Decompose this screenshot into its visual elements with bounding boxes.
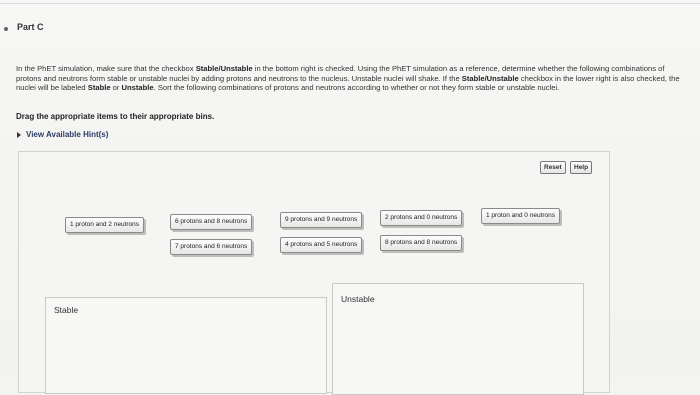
instr-seg: Stable/Unstable [195, 64, 253, 73]
view-hints-link[interactable]: View Available Hint(s) [17, 130, 108, 139]
instr-seg: Stable/Unstable [461, 73, 519, 83]
view-hints-label: View Available Hint(s) [26, 130, 109, 139]
instr-seg: . Sort the following combinations of pro… [153, 83, 560, 93]
instr-seg: Unstable [121, 83, 154, 93]
drag-prompt: Drag the appropriate items to their appr… [16, 112, 215, 121]
help-button[interactable]: Help [570, 161, 593, 174]
part-title: Part C [17, 22, 44, 32]
part-bullet [4, 27, 8, 31]
draggable-item[interactable]: 1 proton and 2 neutrons [65, 217, 145, 233]
stable-bin-label: Stable [54, 305, 79, 315]
caret-right-icon [17, 131, 21, 138]
draggable-item[interactable]: 4 protons and 5 neutrons [280, 237, 363, 253]
unstable-bin[interactable]: Unstable [332, 283, 584, 395]
unstable-bin-label: Unstable [341, 294, 375, 304]
draggable-item[interactable]: 7 protons and 6 neutrons [170, 239, 253, 255]
draggable-item[interactable]: 9 protons and 9 neutrons [280, 212, 363, 228]
instr-seg: or [110, 83, 122, 93]
draggable-item[interactable]: 8 protons and 8 neutrons [380, 235, 463, 251]
draggable-item[interactable]: 6 protons and 8 neutrons [170, 214, 253, 230]
instr-seg: Stable [87, 83, 111, 93]
divider [0, 3, 700, 4]
stable-bin[interactable]: Stable [45, 297, 327, 394]
instructions-text: In the PhET simulation, make sure that t… [16, 64, 686, 93]
instr-seg: In the PhET simulation, make sure that t… [16, 64, 196, 73]
draggable-item[interactable]: 1 proton and 0 neutrons [481, 208, 561, 224]
question-page: Part C In the PhET simulation, make sure… [0, 0, 700, 395]
reset-button[interactable]: Reset [540, 161, 566, 174]
draggable-item[interactable]: 2 protons and 0 neutrons [380, 210, 463, 226]
